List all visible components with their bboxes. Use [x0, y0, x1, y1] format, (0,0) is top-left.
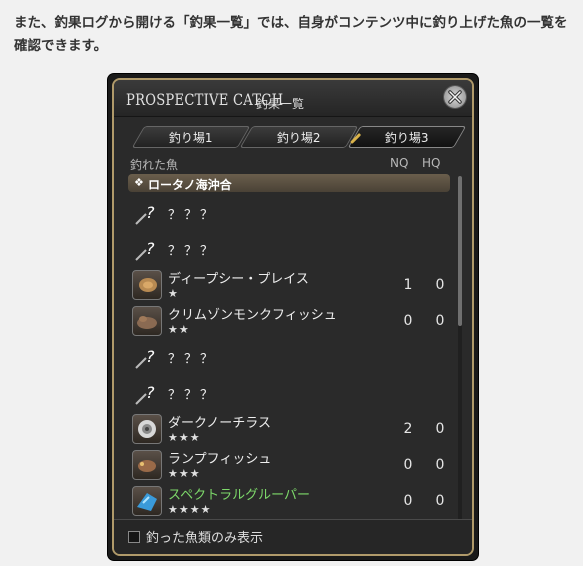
- fish-hq-count: 0: [435, 457, 445, 473]
- fish-row[interactable]: ? ？？？: [128, 196, 448, 232]
- fish-row[interactable]: ランプフィッシュ ★★★ 0 0: [128, 448, 448, 484]
- svg-text:?: ?: [146, 383, 155, 402]
- tab-fishing-spot-1[interactable]: 釣り場1: [131, 126, 251, 148]
- fishing-spot-tabs: 釣り場1 釣り場2 釣り場3: [128, 126, 468, 148]
- fish-stars: ★: [168, 287, 179, 300]
- deep-sea-plaice-icon: [132, 270, 162, 300]
- tab-fishing-spot-2[interactable]: 釣り場2: [239, 126, 359, 148]
- fish-name: ？？？: [168, 244, 217, 259]
- svg-text:?: ?: [146, 203, 155, 222]
- fish-stars: ★★★: [168, 431, 201, 444]
- fish-name: ディープシー・プレイス: [168, 272, 309, 287]
- fish-row[interactable]: スペクトラルグルーパー ★★★★ 0 0: [128, 484, 448, 520]
- window-titlebar[interactable]: PROSPECTIVE CATCH 釣果一覧: [114, 80, 472, 117]
- tab-fishing-spot-3[interactable]: 釣り場3: [347, 126, 467, 148]
- svg-text:?: ?: [146, 347, 155, 366]
- tab-label: 釣り場1: [168, 131, 213, 145]
- fish-hq-count: 0: [435, 313, 445, 329]
- show-caught-only-label[interactable]: 釣った魚類のみ表示: [146, 527, 263, 546]
- fish-hq-count: 0: [435, 493, 445, 509]
- fish-row[interactable]: ディープシー・プレイス ★ 1 0: [128, 268, 448, 304]
- prospective-catch-window: PROSPECTIVE CATCH 釣果一覧 釣り場1 釣り場2 釣り場3 釣れ…: [108, 74, 478, 560]
- unknown-fish-icon: ?: [132, 378, 162, 408]
- unknown-fish-icon: ?: [132, 198, 162, 228]
- tab-label: 釣り場3: [384, 131, 429, 145]
- close-icon[interactable]: [444, 86, 466, 108]
- column-header-fish: 釣れた魚: [130, 158, 179, 172]
- fish-name: ダークノーチラス: [168, 416, 271, 431]
- dark-nautilus-icon: [132, 414, 162, 444]
- fish-row[interactable]: ? ？？？: [128, 340, 448, 376]
- spectral-grouper-icon: [132, 486, 162, 516]
- fish-name: クリムゾンモンクフィッシュ: [168, 308, 337, 323]
- fish-nq-count: 0: [403, 313, 413, 329]
- fish-stars: ★★★★: [168, 503, 212, 516]
- fish-hq-count: 0: [435, 277, 445, 293]
- fish-row[interactable]: ? ？？？: [128, 376, 448, 412]
- fish-nq-count: 0: [403, 493, 413, 509]
- region-header[interactable]: ❖ ロータノ海沖合: [128, 174, 450, 192]
- crimson-monkfish-icon: [132, 306, 162, 336]
- fish-row[interactable]: ? ？？？: [128, 232, 448, 268]
- fish-list: ? ？？？ ? ？？？ ディープシー・プレイス ★ 1 0 クリムゾンモンクフィ…: [128, 196, 448, 524]
- window-footer: 釣った魚類のみ表示: [114, 519, 472, 554]
- lampfish-icon: [132, 450, 162, 480]
- fish-name: スペクトラルグルーパー: [168, 488, 310, 503]
- fish-row[interactable]: クリムゾンモンクフィッシュ ★★ 0 0: [128, 304, 448, 340]
- fish-hq-count: 0: [435, 421, 445, 437]
- fish-list-scrollbar[interactable]: [458, 176, 462, 520]
- unknown-fish-icon: ?: [132, 234, 162, 264]
- unknown-fish-icon: ?: [132, 342, 162, 372]
- region-label: ロータノ海沖合: [148, 178, 232, 192]
- caption-text: また、釣果ログから開ける「釣果一覧」では、自身がコンテンツ中に釣り上げた魚の一覧…: [14, 15, 568, 54]
- fish-name: ランプフィッシュ: [168, 452, 272, 467]
- show-caught-only-checkbox[interactable]: [128, 531, 140, 543]
- fish-stars: ★★: [168, 323, 190, 336]
- fish-nq-count: 1: [403, 277, 413, 293]
- tab-label: 釣り場2: [276, 131, 321, 145]
- svg-text:?: ?: [146, 239, 155, 258]
- fish-name: ？？？: [168, 208, 217, 223]
- fish-nq-count: 0: [403, 457, 413, 473]
- fish-nq-count: 2: [403, 421, 413, 437]
- column-header-nq: NQ: [390, 156, 409, 170]
- region-icon: ❖: [134, 176, 144, 189]
- fish-name: ？？？: [168, 388, 217, 403]
- column-header-hq: HQ: [422, 156, 441, 170]
- fish-name: ？？？: [168, 352, 217, 367]
- scrollbar-thumb[interactable]: [458, 176, 462, 326]
- fish-stars: ★★★: [168, 467, 201, 480]
- fish-row[interactable]: ダークノーチラス ★★★ 2 0: [128, 412, 448, 448]
- window-subtitle: 釣果一覧: [256, 97, 305, 111]
